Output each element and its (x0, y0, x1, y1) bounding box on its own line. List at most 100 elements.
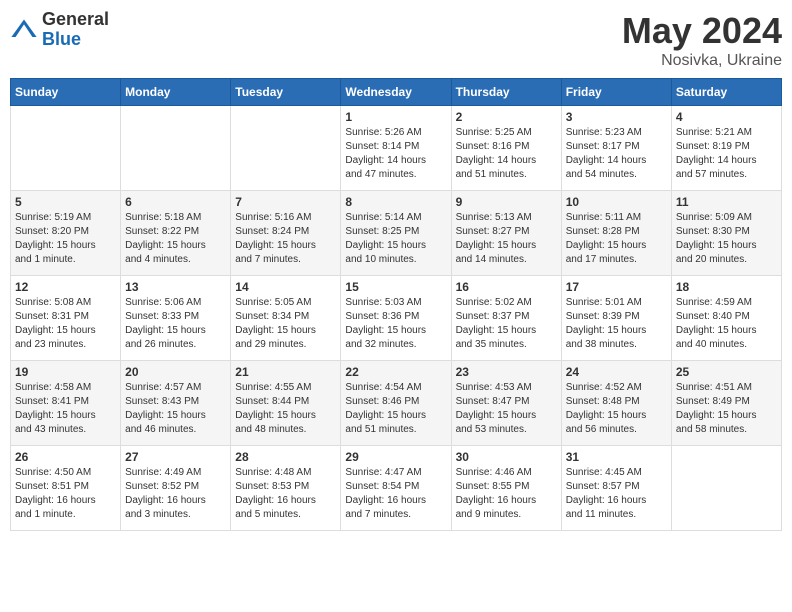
day-info: Sunrise: 5:06 AM Sunset: 8:33 PM Dayligh… (125, 296, 226, 352)
day-info: Sunrise: 4:47 AM Sunset: 8:54 PM Dayligh… (345, 466, 446, 522)
day-number: 9 (456, 195, 557, 209)
day-number: 13 (125, 280, 226, 294)
day-info: Sunrise: 4:54 AM Sunset: 8:46 PM Dayligh… (345, 381, 446, 437)
day-number: 2 (456, 110, 557, 124)
calendar-week-row: 1 Sunrise: 5:26 AM Sunset: 8:14 PM Daylig… (11, 106, 782, 191)
logo-text: General Blue (42, 10, 109, 50)
calendar-cell: 15Sunrise: 5:03 AM Sunset: 8:36 PM Dayli… (341, 276, 451, 361)
calendar-cell: 26 Sunrise: 4:50 AM Sunset: 8:51 PM Dayli… (11, 446, 121, 531)
calendar-cell: 20Sunrise: 4:57 AM Sunset: 8:43 PM Dayli… (121, 361, 231, 446)
day-number: 14 (235, 280, 336, 294)
day-number: 23 (456, 365, 557, 379)
logo-icon (10, 16, 38, 44)
calendar-body: 1 Sunrise: 5:26 AM Sunset: 8:14 PM Daylig… (11, 106, 782, 531)
day-info: Sunrise: 4:55 AM Sunset: 8:44 PM Dayligh… (235, 381, 336, 437)
header-saturday: Saturday (671, 79, 781, 106)
day-info: Sunrise: 5:23 AM Sunset: 8:17 PM Dayligh… (566, 126, 667, 182)
calendar-cell: 25Sunrise: 4:51 AM Sunset: 8:49 PM Dayli… (671, 361, 781, 446)
calendar-cell: 18 Sunrise: 4:59 AM Sunset: 8:40 PM Dayli… (671, 276, 781, 361)
day-number: 5 (15, 195, 116, 209)
day-info: Sunrise: 4:51 AM Sunset: 8:49 PM Dayligh… (676, 381, 777, 437)
day-number: 17 (566, 280, 667, 294)
day-info: Sunrise: 5:25 AM Sunset: 8:16 PM Dayligh… (456, 126, 557, 182)
day-number: 31 (566, 450, 667, 464)
day-info: Sunrise: 4:58 AM Sunset: 8:41 PM Dayligh… (15, 381, 116, 437)
day-number: 21 (235, 365, 336, 379)
day-info: Sunrise: 5:26 AM Sunset: 8:14 PM Dayligh… (345, 126, 446, 182)
day-info: Sunrise: 5:01 AM Sunset: 8:39 PM Dayligh… (566, 296, 667, 352)
day-number: 11 (676, 195, 777, 209)
day-number: 22 (345, 365, 446, 379)
header-friday: Friday (561, 79, 671, 106)
day-info: Sunrise: 4:53 AM Sunset: 8:47 PM Dayligh… (456, 381, 557, 437)
day-info: Sunrise: 4:52 AM Sunset: 8:48 PM Dayligh… (566, 381, 667, 437)
day-number: 20 (125, 365, 226, 379)
calendar-cell: 16 Sunrise: 5:02 AM Sunset: 8:37 PM Dayli… (451, 276, 561, 361)
header-tuesday: Tuesday (231, 79, 341, 106)
day-info: Sunrise: 5:18 AM Sunset: 8:22 PM Dayligh… (125, 211, 226, 267)
day-number: 10 (566, 195, 667, 209)
calendar-cell: 9 Sunrise: 5:13 AM Sunset: 8:27 PM Daylig… (451, 191, 561, 276)
header-wednesday: Wednesday (341, 79, 451, 106)
day-info: Sunrise: 5:08 AM Sunset: 8:31 PM Dayligh… (15, 296, 116, 352)
day-number: 19 (15, 365, 116, 379)
calendar-cell: 31 Sunrise: 4:45 AM Sunset: 8:57 PM Dayli… (561, 446, 671, 531)
day-number: 1 (345, 110, 446, 124)
day-info: Sunrise: 5:21 AM Sunset: 8:19 PM Dayligh… (676, 126, 777, 182)
day-info: Sunrise: 5:02 AM Sunset: 8:37 PM Dayligh… (456, 296, 557, 352)
day-info: Sunrise: 4:50 AM Sunset: 8:51 PM Dayligh… (15, 466, 116, 522)
day-number: 24 (566, 365, 667, 379)
calendar-cell: 29 Sunrise: 4:47 AM Sunset: 8:54 PM Dayli… (341, 446, 451, 531)
day-number: 8 (345, 195, 446, 209)
day-number: 28 (235, 450, 336, 464)
calendar-header: Sunday Monday Tuesday Wednesday Thursday… (11, 79, 782, 106)
day-number: 27 (125, 450, 226, 464)
calendar-cell: 23 Sunrise: 4:53 AM Sunset: 8:47 PM Dayli… (451, 361, 561, 446)
day-info: Sunrise: 5:03 AM Sunset: 8:36 PM Dayligh… (345, 296, 446, 352)
calendar-cell: 21 Sunrise: 4:55 AM Sunset: 8:44 PM Dayli… (231, 361, 341, 446)
day-info: Sunrise: 5:09 AM Sunset: 8:30 PM Dayligh… (676, 211, 777, 267)
logo-general: General (42, 10, 109, 30)
calendar-cell: 24 Sunrise: 4:52 AM Sunset: 8:48 PM Dayli… (561, 361, 671, 446)
page-header: General Blue May 2024 Nosivka, Ukraine (10, 10, 782, 70)
calendar-cell: 4Sunrise: 5:21 AM Sunset: 8:19 PM Daylig… (671, 106, 781, 191)
calendar-cell: 27Sunrise: 4:49 AM Sunset: 8:52 PM Dayli… (121, 446, 231, 531)
day-number: 3 (566, 110, 667, 124)
calendar-cell: 19 Sunrise: 4:58 AM Sunset: 8:41 PM Dayli… (11, 361, 121, 446)
day-info: Sunrise: 5:11 AM Sunset: 8:28 PM Dayligh… (566, 211, 667, 267)
calendar-cell (121, 106, 231, 191)
day-number: 12 (15, 280, 116, 294)
calendar-cell: 3 Sunrise: 5:23 AM Sunset: 8:17 PM Daylig… (561, 106, 671, 191)
calendar-cell: 11 Sunrise: 5:09 AM Sunset: 8:30 PM Dayli… (671, 191, 781, 276)
day-number: 29 (345, 450, 446, 464)
header-thursday: Thursday (451, 79, 561, 106)
calendar-cell (671, 446, 781, 531)
day-number: 18 (676, 280, 777, 294)
calendar-cell: 2 Sunrise: 5:25 AM Sunset: 8:16 PM Daylig… (451, 106, 561, 191)
day-info: Sunrise: 4:45 AM Sunset: 8:57 PM Dayligh… (566, 466, 667, 522)
calendar-week-row: 5Sunrise: 5:19 AM Sunset: 8:20 PM Daylig… (11, 191, 782, 276)
day-info: Sunrise: 5:14 AM Sunset: 8:25 PM Dayligh… (345, 211, 446, 267)
calendar-cell: 7Sunrise: 5:16 AM Sunset: 8:24 PM Daylig… (231, 191, 341, 276)
calendar-week-row: 12 Sunrise: 5:08 AM Sunset: 8:31 PM Dayli… (11, 276, 782, 361)
header-monday: Monday (121, 79, 231, 106)
day-number: 7 (235, 195, 336, 209)
day-info: Sunrise: 4:46 AM Sunset: 8:55 PM Dayligh… (456, 466, 557, 522)
header-sunday: Sunday (11, 79, 121, 106)
day-number: 26 (15, 450, 116, 464)
calendar-cell: 8 Sunrise: 5:14 AM Sunset: 8:25 PM Daylig… (341, 191, 451, 276)
day-number: 16 (456, 280, 557, 294)
calendar-cell (231, 106, 341, 191)
calendar-cell: 12 Sunrise: 5:08 AM Sunset: 8:31 PM Dayli… (11, 276, 121, 361)
month-title: May 2024 (622, 10, 782, 52)
day-info: Sunrise: 5:05 AM Sunset: 8:34 PM Dayligh… (235, 296, 336, 352)
day-number: 6 (125, 195, 226, 209)
calendar-cell: 5Sunrise: 5:19 AM Sunset: 8:20 PM Daylig… (11, 191, 121, 276)
logo-blue: Blue (42, 30, 109, 50)
day-info: Sunrise: 4:59 AM Sunset: 8:40 PM Dayligh… (676, 296, 777, 352)
calendar-cell: 28Sunrise: 4:48 AM Sunset: 8:53 PM Dayli… (231, 446, 341, 531)
calendar-cell: 14 Sunrise: 5:05 AM Sunset: 8:34 PM Dayli… (231, 276, 341, 361)
day-info: Sunrise: 5:13 AM Sunset: 8:27 PM Dayligh… (456, 211, 557, 267)
day-number: 30 (456, 450, 557, 464)
calendar-cell: 30 Sunrise: 4:46 AM Sunset: 8:55 PM Dayli… (451, 446, 561, 531)
